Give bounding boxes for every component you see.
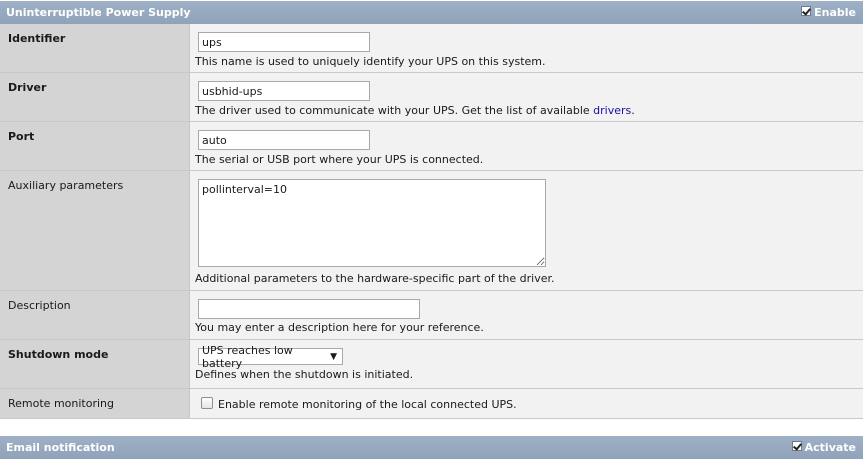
shutdown-mode-hint: Defines when the shutdown is initiated.	[195, 368, 414, 381]
shutdown-mode-value-cell: UPS reaches low battery ▼ Defines when t…	[195, 340, 863, 388]
aux-params-label: Auxiliary parameters	[0, 171, 190, 290]
drivers-link[interactable]: drivers	[593, 104, 631, 117]
port-label: Port	[0, 122, 190, 170]
remote-monitoring-value-cell: Enable remote monitoring of the local co…	[195, 389, 863, 418]
remote-monitoring-checkbox[interactable]	[201, 397, 213, 409]
aux-params-value-cell: pollinterval=10 Additional parameters to…	[195, 171, 863, 290]
description-input[interactable]	[198, 299, 420, 319]
remote-monitoring-row: Remote monitoring Enable remote monitori…	[0, 389, 863, 419]
identifier-hint: This name is used to uniquely identify y…	[195, 55, 546, 68]
shutdown-mode-select[interactable]: UPS reaches low battery ▼	[198, 344, 343, 370]
driver-value-cell: The driver used to communicate with your…	[195, 73, 863, 121]
identifier-input[interactable]	[198, 32, 370, 52]
aux-params-hint: Additional parameters to the hardware-sp…	[195, 272, 555, 285]
port-value-cell: The serial or USB port where your UPS is…	[195, 122, 863, 170]
ups-enable-toggle[interactable]: Enable	[801, 1, 856, 24]
ups-section-header: Uninterruptible Power Supply Enable	[0, 1, 863, 24]
ups-section-title: Uninterruptible Power Supply	[6, 6, 191, 19]
driver-row: Driver The driver used to communicate wi…	[0, 73, 863, 122]
remote-monitoring-checkbox-label[interactable]: Enable remote monitoring of the local co…	[218, 398, 517, 411]
shutdown-mode-row: Shutdown mode UPS reaches low battery ▼ …	[0, 340, 863, 389]
aux-params-row: Auxiliary parameters pollinterval=10 Add…	[0, 171, 863, 291]
enable-label: Enable	[814, 6, 856, 19]
identifier-value-cell: This name is used to uniquely identify y…	[195, 24, 863, 72]
shutdown-mode-label: Shutdown mode	[0, 340, 190, 388]
description-value-cell: You may enter a description here for you…	[195, 291, 863, 339]
port-row: Port The serial or USB port where your U…	[0, 122, 863, 171]
description-row: Description You may enter a description …	[0, 291, 863, 340]
port-input[interactable]	[198, 130, 370, 150]
identifier-row: Identifier This name is used to uniquely…	[0, 24, 863, 73]
aux-params-textarea[interactable]: pollinterval=10	[198, 179, 546, 267]
email-activate-toggle[interactable]: Activate	[791, 436, 856, 459]
email-section-header: Email notification Activate	[0, 436, 863, 459]
port-hint: The serial or USB port where your UPS is…	[195, 153, 484, 166]
activate-label: Activate	[804, 441, 856, 454]
remote-monitoring-label: Remote monitoring	[0, 389, 190, 418]
driver-label: Driver	[0, 73, 190, 121]
driver-input[interactable]	[198, 81, 370, 101]
driver-hint-suffix: .	[631, 104, 635, 117]
description-label: Description	[0, 291, 190, 339]
chevron-down-icon: ▼	[330, 351, 337, 362]
activate-checkbox[interactable]	[791, 441, 802, 451]
shutdown-mode-selected: UPS reaches low battery	[202, 343, 293, 370]
enable-checkbox[interactable]	[801, 6, 812, 16]
email-section-title: Email notification	[6, 441, 115, 454]
driver-hint: The driver used to communicate with your…	[195, 104, 635, 117]
identifier-label: Identifier	[0, 24, 190, 72]
description-hint: You may enter a description here for you…	[195, 321, 484, 334]
driver-hint-text: The driver used to communicate with your…	[195, 104, 594, 117]
